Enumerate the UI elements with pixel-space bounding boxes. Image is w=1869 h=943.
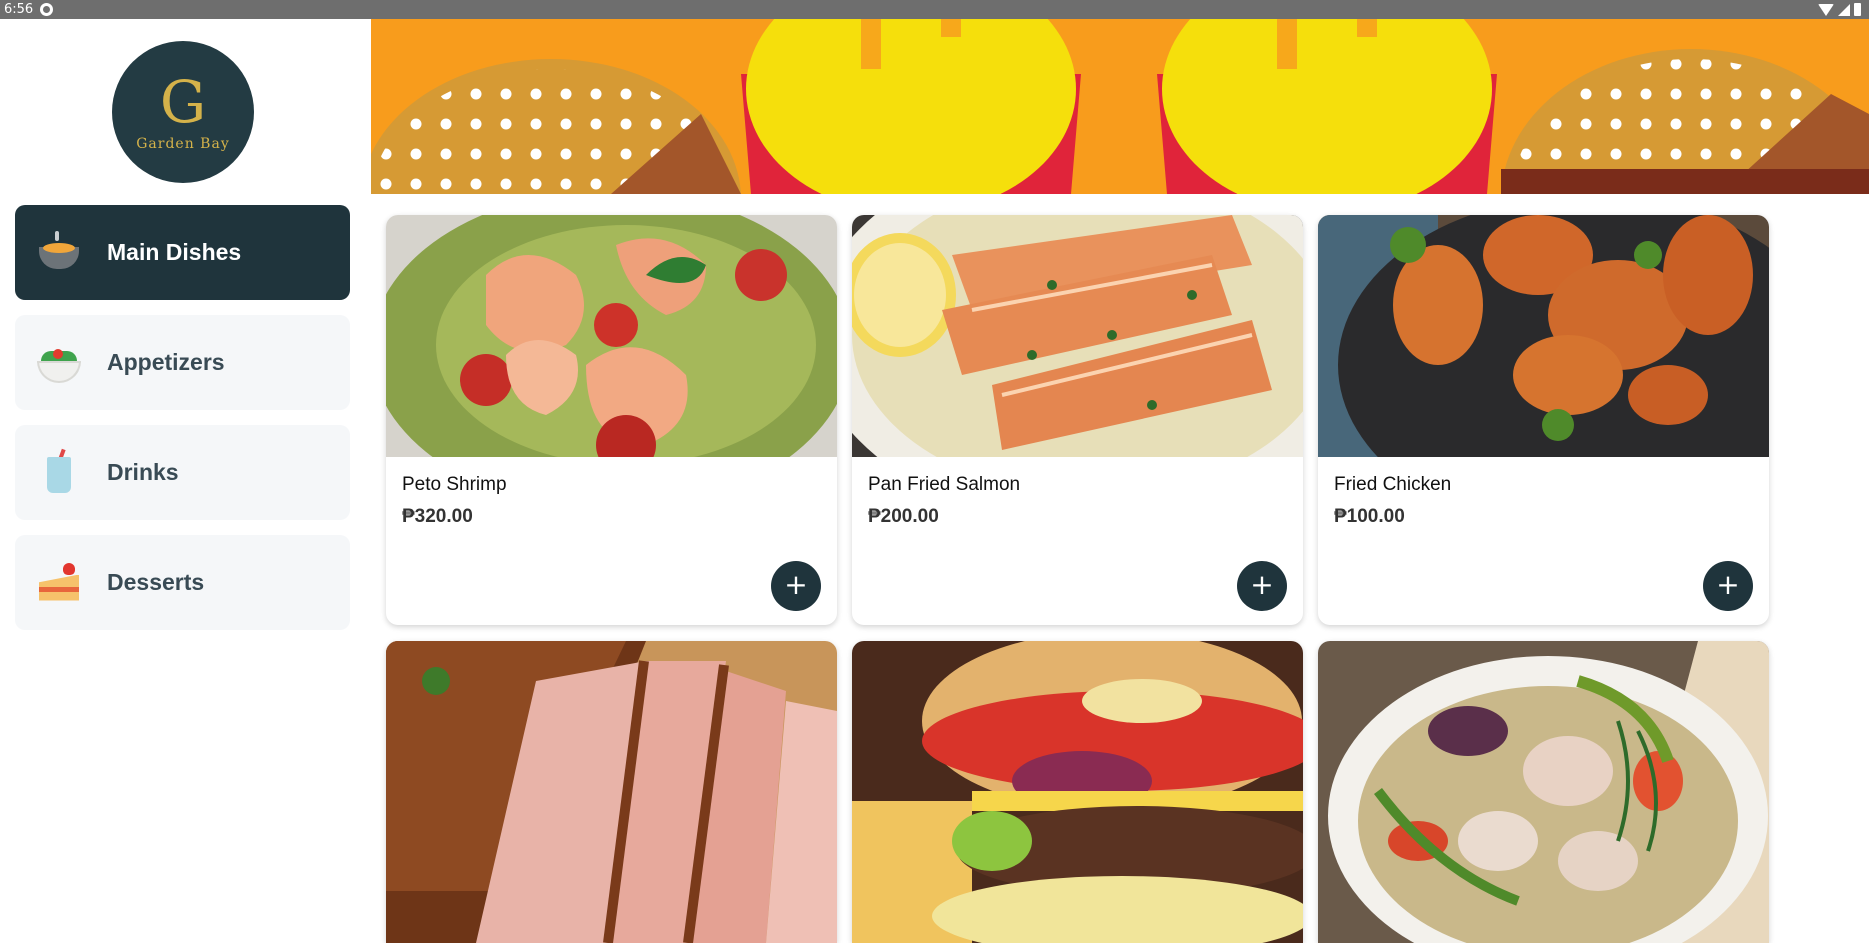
menu-item-card[interactable]: [1318, 641, 1769, 943]
dish-photo: [1318, 215, 1769, 457]
dish-photo: [386, 641, 837, 943]
menu-item-card[interactable]: Pan Fried Salmon ₱200.00 +: [852, 215, 1303, 625]
drink-cup-icon: [35, 448, 83, 497]
dish-photo: [852, 215, 1303, 457]
category-drinks[interactable]: Drinks: [15, 425, 350, 520]
banner-illustration: [371, 19, 1869, 194]
logo-text: Garden Bay: [136, 136, 230, 152]
status-icons: [1818, 3, 1861, 16]
dish-name: Fried Chicken: [1334, 474, 1452, 495]
dish-price: ₱100.00: [1334, 506, 1405, 527]
category-appetizers[interactable]: Appetizers: [15, 315, 350, 410]
dish-price: ₱320.00: [402, 506, 473, 527]
dish-name: Pan Fried Salmon: [868, 474, 1021, 495]
dish-photo: [1318, 641, 1769, 943]
category-label: Main Dishes: [107, 239, 242, 265]
dish-photo: [386, 215, 837, 457]
category-label: Desserts: [107, 569, 205, 595]
menu-item-card[interactable]: Fried Chicken ₱100.00 +: [1318, 215, 1769, 625]
menu-item-card[interactable]: [386, 641, 837, 943]
signal-icon: [1838, 3, 1850, 16]
category-label: Drinks: [107, 459, 179, 485]
add-to-cart-button[interactable]: +: [1237, 561, 1287, 611]
category-desserts[interactable]: Desserts: [15, 535, 350, 630]
wifi-icon: [1818, 3, 1834, 16]
category-label: Appetizers: [107, 349, 225, 375]
battery-icon: [1854, 3, 1861, 16]
logo-mark: G: [159, 68, 207, 136]
dish-price: ₱200.00: [868, 506, 939, 527]
salad-bowl-icon: [35, 339, 83, 387]
category-main-dishes[interactable]: Main Dishes: [15, 205, 350, 300]
pot-icon: [35, 229, 83, 277]
cake-slice-icon: [35, 559, 83, 607]
menu-item-card[interactable]: [852, 641, 1303, 943]
dish-photo: [852, 641, 1303, 943]
status-time: 6:56: [4, 2, 34, 17]
add-to-cart-button[interactable]: +: [1703, 561, 1753, 611]
promo-banner: [371, 19, 1869, 194]
restaurant-logo: G Garden Bay: [112, 41, 254, 183]
category-sidebar: G Garden Bay Main Dishes Appetizers Drin…: [0, 19, 371, 943]
add-to-cart-button[interactable]: +: [771, 561, 821, 611]
menu-item-card[interactable]: Peto Shrimp ₱320.00 +: [386, 215, 837, 625]
dish-name: Peto Shrimp: [402, 474, 507, 495]
settings-icon: [40, 3, 54, 16]
status-bar: 6:56: [0, 0, 1869, 19]
